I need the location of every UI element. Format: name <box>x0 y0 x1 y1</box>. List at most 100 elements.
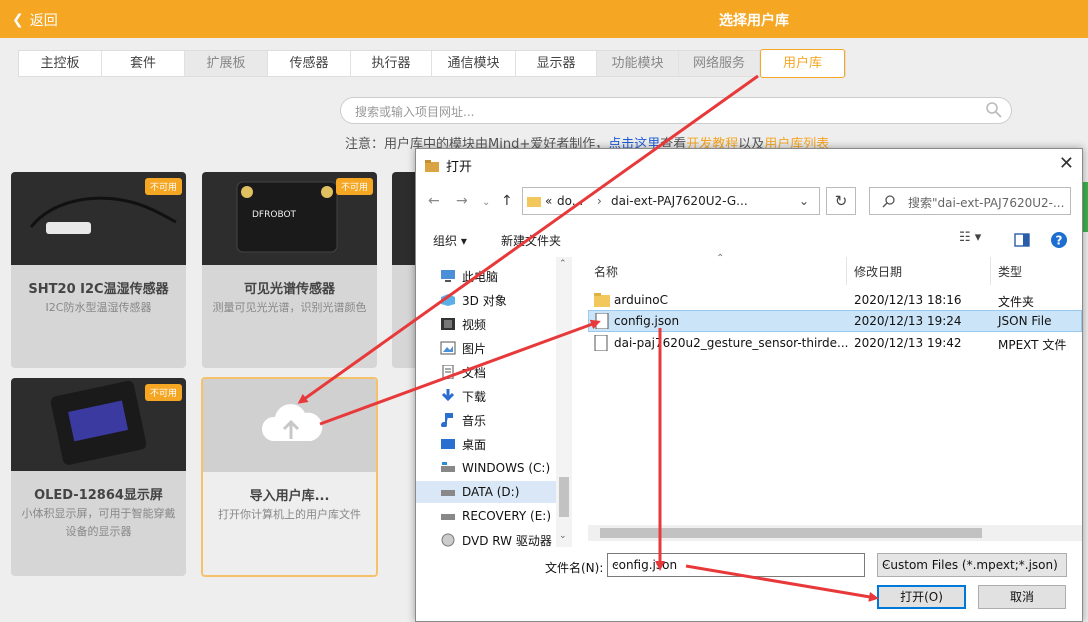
filename-label: 文件名(N): <box>545 561 604 575</box>
drive-icon <box>440 509 456 523</box>
folder-search-input[interactable]: 搜索"dai-ext-PAJ7620U2-... <box>869 187 1071 215</box>
folder-icon <box>527 197 541 207</box>
help-icon[interactable]: ? <box>1050 231 1068 249</box>
sidebar-item-desktop[interactable]: 桌面 <box>440 433 486 455</box>
drive-icon <box>440 485 456 499</box>
sidebar-item-documents[interactable]: 文档 <box>440 361 486 383</box>
cancel-button[interactable]: 取消 <box>978 585 1066 609</box>
category-tabs: 主控板 套件 扩展板 传感器 执行器 通信模块 显示器 功能模块 网络服务 用户… <box>18 49 846 78</box>
video-icon <box>440 317 456 331</box>
forward-arrow-icon[interactable]: → <box>456 193 468 209</box>
address-bar[interactable]: « do... › dai-ext-PAJ7620U2-G... ⌄ <box>522 187 820 215</box>
card-description: 打开你计算机上的用户库文件 <box>218 508 361 521</box>
chevron-right-icon: › <box>597 194 602 208</box>
open-file-dialog: 打开 ✕ ← → ⌄ ↑ « do... › dai-ext-PAJ7620U2… <box>415 148 1083 622</box>
sidebar-item-videos[interactable]: 视频 <box>440 313 486 335</box>
upload-area <box>203 379 376 472</box>
search-icon[interactable] <box>985 101 1003 119</box>
file-row[interactable]: arduinoC 2020/12/13 18:16 文件夹 <box>588 289 1082 311</box>
tab-sensor[interactable]: 传感器 <box>268 51 351 76</box>
tab-function-module[interactable]: 功能模块 <box>597 51 679 76</box>
card-title: SHT20 I2C温湿传感器 <box>28 282 169 297</box>
file-type: MPEXT 文件 <box>998 338 1067 352</box>
dialog-title: 打开 <box>446 160 473 175</box>
search-input[interactable]: 搜索或输入项目网址... <box>340 97 1012 124</box>
sidebar-scrollbar[interactable]: ⌃ ⌄ <box>556 257 572 547</box>
document-icon <box>440 364 456 380</box>
sidebar-item-data-d[interactable]: DATA (D:) <box>416 481 571 503</box>
drive-icon <box>440 461 456 475</box>
sidebar-item-this-pc[interactable]: 此电脑 <box>440 265 498 287</box>
search-icon <box>882 195 895 208</box>
unavailable-badge: 不可用 <box>335 178 373 195</box>
filename-input[interactable]: config.json ⌄ <box>607 553 865 577</box>
library-card-oled12864[interactable]: 不可用 OLED-12864显示屏 小体积显示屏，可用于智能穿戴设备的显示器 <box>11 378 186 576</box>
sidebar-item-pictures[interactable]: 图片 <box>440 337 486 359</box>
chevron-down-icon[interactable]: ⌄ <box>799 194 809 208</box>
search-placeholder: 搜索或输入项目网址... <box>355 105 475 119</box>
column-header-modified[interactable]: 修改日期 <box>854 263 902 280</box>
folder-icon <box>425 159 439 172</box>
file-type: 文件夹 <box>998 295 1035 309</box>
breadcrumb-segment[interactable]: do... <box>557 194 583 208</box>
file-name: arduinoC <box>614 293 668 307</box>
tab-mainboard[interactable]: 主控板 <box>19 51 102 76</box>
column-header-type[interactable]: 类型 <box>998 263 1022 280</box>
new-folder-button[interactable]: 新建文件夹 <box>501 232 561 249</box>
dialog-toolbar: 组织 ▾ 新建文件夹 ☷ ▾ ? <box>416 224 1082 256</box>
file-list: 名称 ⌃ 修改日期 类型 arduinoC 2020/12/13 18:16 文… <box>588 253 1082 547</box>
sidebar-item-downloads[interactable]: 下载 <box>440 385 486 407</box>
file-type-select[interactable]: Custom Files (*.mpext;*.json) ⌄ <box>877 553 1067 577</box>
card-title: OLED-12864显示屏 <box>34 488 163 503</box>
column-header-name[interactable]: 名称 <box>594 263 618 280</box>
sidebar-item-recovery-e[interactable]: RECOVERY (E:) <box>440 505 551 527</box>
preview-pane-icon[interactable] <box>1014 233 1030 247</box>
library-card-spectrum-sensor[interactable]: DFROBOT 不可用 可见光谱传感器 测量可见光光谱，识别光谱颜色 <box>202 172 377 368</box>
desktop-icon <box>440 437 456 451</box>
page-title: 选择用户库 <box>719 13 789 29</box>
chevron-down-icon[interactable]: ⌄ <box>612 558 859 569</box>
navigation-bar: ← → ⌄ ↑ « do... › dai-ext-PAJ7620U2-G...… <box>416 185 1082 219</box>
card-description: 测量可见光光谱，识别光谱颜色 <box>212 301 367 314</box>
refresh-button[interactable]: ↻ <box>826 187 856 215</box>
file-type: JSON File <box>998 314 1052 328</box>
dvd-icon <box>440 533 456 547</box>
file-row[interactable]: dai-paj7620u2_gesture_sensor-thirde... 2… <box>588 332 1082 354</box>
file-modified: 2020/12/13 19:42 <box>854 336 962 350</box>
tab-display[interactable]: 显示器 <box>516 51 597 76</box>
file-name: config.json <box>614 314 680 328</box>
recent-dropdown-icon[interactable]: ⌄ <box>482 197 490 208</box>
file-row-selected[interactable]: config.json 2020/12/13 19:24 JSON File <box>588 310 1082 332</box>
tab-kit[interactable]: 套件 <box>102 51 185 76</box>
library-card-sht20[interactable]: 不可用 SHT20 I2C温湿传感器 I2C防水型温湿传感器 <box>11 172 186 368</box>
computer-icon <box>440 269 456 283</box>
sidebar-item-windows-c[interactable]: WINDOWS (C:) <box>440 457 550 479</box>
tab-actuator[interactable]: 执行器 <box>351 51 432 76</box>
organize-menu[interactable]: 组织 ▾ <box>433 232 467 249</box>
file-modified: 2020/12/13 19:24 <box>854 314 962 328</box>
close-icon[interactable]: ✕ <box>1059 153 1074 174</box>
import-library-card[interactable]: 导入用户库... 打开你计算机上的用户库文件 <box>201 377 378 577</box>
up-arrow-icon[interactable]: ↑ <box>501 193 513 209</box>
svg-text:DFROBOT: DFROBOT <box>252 210 297 220</box>
back-arrow-icon[interactable]: ← <box>428 193 440 209</box>
tab-user-library[interactable]: 用户库 <box>760 49 845 78</box>
sidebar-item-dvd-drive[interactable]: DVD RW 驱动器 <box>440 529 552 547</box>
chevron-down-icon: ⌄ <box>882 558 891 569</box>
tab-network-service[interactable]: 网络服务 <box>679 51 760 76</box>
music-icon <box>440 413 456 428</box>
folder-icon <box>594 293 610 307</box>
download-icon <box>440 389 456 403</box>
sidebar-item-3d-objects[interactable]: 3D 对象 <box>440 289 507 311</box>
file-icon <box>595 313 609 329</box>
tab-expansion-board[interactable]: 扩展板 <box>185 51 268 76</box>
view-options-icon[interactable]: ☷ ▾ <box>959 230 981 245</box>
picture-icon <box>440 341 456 355</box>
card-description: 小体积显示屏，可用于智能穿戴设备的显示器 <box>21 507 176 538</box>
open-button[interactable]: 打开(O) <box>877 585 966 609</box>
tab-communication[interactable]: 通信模块 <box>432 51 516 76</box>
breadcrumb-segment[interactable]: dai-ext-PAJ7620U2-G... <box>611 194 748 208</box>
sidebar-item-music[interactable]: 音乐 <box>440 409 486 431</box>
file-list-scrollbar[interactable] <box>588 525 1082 541</box>
cube-icon <box>440 293 456 307</box>
